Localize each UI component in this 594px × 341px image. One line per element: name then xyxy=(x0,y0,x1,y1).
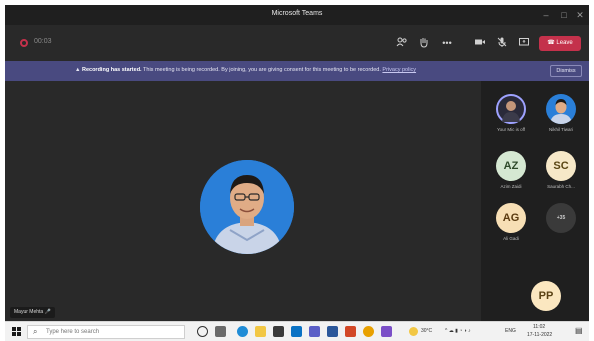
cortana-icon[interactable] xyxy=(197,326,208,337)
teams-taskbar-icon[interactable] xyxy=(309,326,320,337)
clock-date[interactable]: 17-11-2022 xyxy=(527,332,552,338)
windows-start-icon[interactable] xyxy=(12,327,21,336)
mail-icon[interactable] xyxy=(291,326,302,337)
search-icon: ⌕ xyxy=(33,327,38,336)
clock-time[interactable]: 11:02 xyxy=(533,324,545,330)
recording-icon xyxy=(20,39,28,47)
windows-taskbar: ⌕ Type here to search 30°C ^ ☁ ▮ ◔ ◑ ♪ E… xyxy=(5,321,589,341)
participant-name: Nikhil Tiwari xyxy=(548,127,573,132)
mic-off-icon: 🎤 xyxy=(44,309,51,315)
participant-avatar: AG xyxy=(496,203,526,233)
participants-icon[interactable] xyxy=(395,36,409,50)
participant-tile[interactable]: AZ Azim Zaidi xyxy=(486,151,536,189)
participant-tile[interactable]: Your Mic is off xyxy=(486,94,536,132)
task-view-icon[interactable] xyxy=(215,326,226,337)
meeting-timer: 00:03 xyxy=(34,38,52,45)
weather-icon[interactable] xyxy=(409,327,418,336)
search-placeholder: Type here to search xyxy=(46,329,100,335)
participant-avatar: PP xyxy=(531,281,561,311)
participant-tile[interactable]: AG Ali Gadi xyxy=(486,203,536,241)
self-preview-tile[interactable]: PP xyxy=(521,281,571,311)
participant-name: Ali Gadi xyxy=(503,236,519,241)
leave-label: Leave xyxy=(556,40,573,46)
more-participants-tile[interactable]: +35 xyxy=(536,203,586,233)
language-indicator[interactable]: ENG xyxy=(505,328,516,334)
privacy-policy-link[interactable]: Privacy policy xyxy=(382,67,416,73)
raise-hand-icon[interactable] xyxy=(417,36,431,50)
microphone-icon[interactable] xyxy=(495,36,509,50)
share-screen-icon[interactable] xyxy=(517,36,531,50)
participant-tile[interactable]: Nikhil Tiwari xyxy=(536,94,586,132)
weather-temp: 30°C xyxy=(421,328,433,334)
powerpoint-icon[interactable] xyxy=(345,326,356,337)
teams-window: Microsoft Teams – □ ✕ 00:03 ••• ☎ Leave … xyxy=(5,5,589,341)
participant-name: Azim Zaidi xyxy=(500,184,522,189)
more-participants-count: +35 xyxy=(546,203,576,233)
onenote-icon[interactable] xyxy=(381,326,392,337)
warning-icon: ▲ xyxy=(75,67,82,73)
participant-avatar: AZ xyxy=(496,151,526,181)
banner-text: This meeting is being recorded. By joini… xyxy=(141,67,381,73)
banner-bold: Recording has started. xyxy=(81,67,142,73)
title-bar: Microsoft Teams – □ ✕ xyxy=(5,5,589,25)
close-icon[interactable]: ✕ xyxy=(571,8,589,22)
minimize-icon[interactable]: – xyxy=(537,8,555,22)
participant-name: Your Mic is off xyxy=(496,127,525,132)
leave-button[interactable]: ☎ Leave xyxy=(539,36,581,51)
participant-gallery: Your Mic is off Nikhil Tiwari AZ Azim Za… xyxy=(483,81,589,321)
participant-avatar xyxy=(546,94,576,124)
participant-avatar: SC xyxy=(546,151,576,181)
word-icon[interactable] xyxy=(327,326,338,337)
participant-name: Saurabh Ch... xyxy=(547,184,575,189)
notification-icon[interactable]: ▤ xyxy=(575,326,583,335)
more-options-icon[interactable]: ••• xyxy=(440,36,454,50)
chrome-icon[interactable] xyxy=(363,326,374,337)
dismiss-button[interactable]: Dismiss xyxy=(550,65,582,77)
participant-tile[interactable]: SC Saurabh Ch... xyxy=(536,151,586,189)
file-explorer-icon[interactable] xyxy=(255,326,266,337)
meeting-stage: Mayur Mehta 🎤 xyxy=(5,81,481,321)
store-icon[interactable] xyxy=(273,326,284,337)
taskbar-search-input[interactable]: ⌕ Type here to search xyxy=(27,325,185,339)
camera-icon[interactable] xyxy=(473,36,487,50)
recording-banner: ▲ Recording has started. This meeting is… xyxy=(5,61,589,81)
meeting-toolbar: 00:03 ••• ☎ Leave xyxy=(5,25,589,61)
system-tray-icons[interactable]: ^ ☁ ▮ ◔ ◑ ♪ xyxy=(445,328,471,334)
presenter-name-tag: Mayur Mehta 🎤 xyxy=(10,307,55,318)
participant-avatar xyxy=(496,94,526,124)
banner-message: ▲ Recording has started. This meeting is… xyxy=(75,67,416,73)
window-title: Microsoft Teams xyxy=(271,10,323,17)
presenter-avatar[interactable] xyxy=(200,160,294,254)
presenter-name: Mayur Mehta xyxy=(14,309,44,315)
presenter-photo xyxy=(200,160,294,254)
edge-icon[interactable] xyxy=(237,326,248,337)
